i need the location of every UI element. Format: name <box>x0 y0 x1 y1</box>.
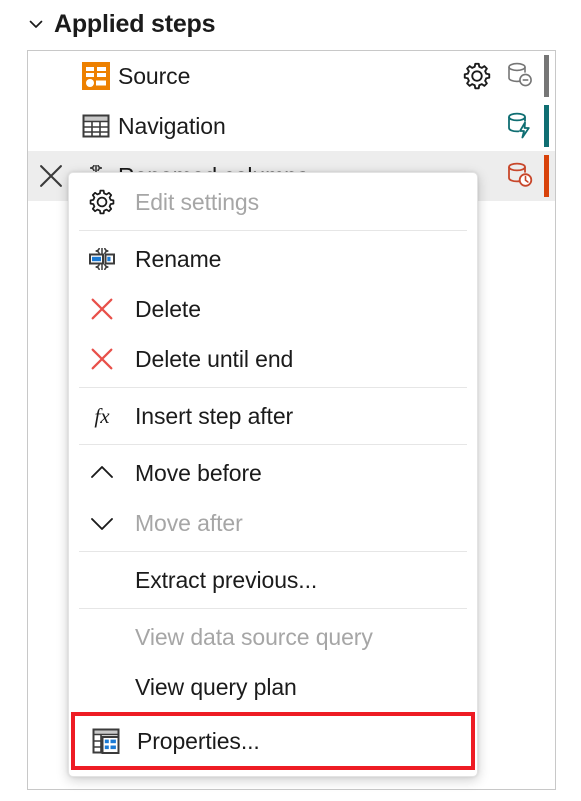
menu-item-label: Delete until end <box>135 346 293 373</box>
database-disabled-icon <box>499 61 541 91</box>
menu-separator <box>79 608 467 609</box>
menu-item-properties[interactable]: Properties... <box>71 712 475 770</box>
svg-text:fx: fx <box>94 404 110 428</box>
menu-separator <box>79 444 467 445</box>
database-pending-icon <box>499 161 541 191</box>
step-status-bar <box>544 155 549 197</box>
gear-icon[interactable] <box>455 61 499 91</box>
menu-item-view-query-plan[interactable]: View query plan <box>69 662 477 712</box>
page-title: Applied steps <box>54 10 215 39</box>
step-context-menu: Edit settings Rename Delete <box>68 172 478 777</box>
menu-item-label: Extract previous... <box>135 567 317 594</box>
chevron-up-icon <box>69 458 135 488</box>
menu-item-label: Insert step after <box>135 403 293 430</box>
fx-icon: fx <box>69 401 135 431</box>
menu-item-edit-settings[interactable]: Edit settings <box>69 177 477 227</box>
delete-x-icon <box>69 295 135 323</box>
table-icon <box>74 111 118 141</box>
rename-icon <box>69 244 135 274</box>
step-status-bar <box>544 105 549 147</box>
menu-separator <box>79 387 467 388</box>
menu-item-rename[interactable]: Rename <box>69 234 477 284</box>
menu-separator <box>79 230 467 231</box>
menu-item-view-data-source-query[interactable]: View data source query <box>69 612 477 662</box>
step-right-icons <box>455 55 555 97</box>
menu-item-label: View data source query <box>135 624 373 651</box>
source-icon <box>74 61 118 91</box>
gear-icon <box>69 188 135 216</box>
menu-item-extract-previous[interactable]: Extract previous... <box>69 555 477 605</box>
applied-steps-header: Applied steps <box>0 0 581 48</box>
step-row[interactable]: Source <box>28 51 555 101</box>
properties-icon <box>75 726 137 756</box>
delete-x-icon <box>69 345 135 373</box>
step-status-bar <box>544 55 549 97</box>
chevron-down-icon <box>69 508 135 538</box>
menu-separator <box>79 551 467 552</box>
menu-item-label: Properties... <box>137 728 260 755</box>
menu-item-move-after[interactable]: Move after <box>69 498 477 548</box>
menu-item-delete-until-end[interactable]: Delete until end <box>69 334 477 384</box>
menu-item-label: View query plan <box>135 674 297 701</box>
menu-item-label: Delete <box>135 296 201 323</box>
step-label: Source <box>118 63 455 90</box>
step-label: Navigation <box>118 113 455 140</box>
menu-item-label: Rename <box>135 246 221 273</box>
menu-item-label: Edit settings <box>135 189 259 216</box>
menu-item-label: Move after <box>135 510 243 537</box>
chevron-down-icon[interactable] <box>28 16 44 32</box>
database-fast-icon <box>499 111 541 141</box>
menu-item-delete[interactable]: Delete <box>69 284 477 334</box>
step-row[interactable]: Navigation <box>28 101 555 151</box>
menu-item-move-before[interactable]: Move before <box>69 448 477 498</box>
step-right-icons <box>455 105 555 147</box>
menu-item-insert-step-after[interactable]: fx Insert step after <box>69 391 477 441</box>
menu-item-label: Move before <box>135 460 262 487</box>
